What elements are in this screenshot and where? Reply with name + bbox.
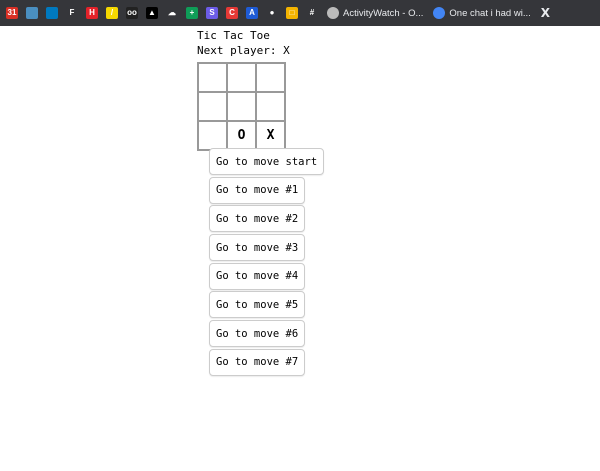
- bookmark-calendar[interactable]: 31: [2, 0, 22, 26]
- square-6[interactable]: [198, 121, 227, 150]
- bookmark-triangle[interactable]: ▲: [142, 0, 162, 26]
- game-status: Next player: X: [197, 44, 290, 57]
- bookmark-a-logo[interactable]: A: [242, 0, 262, 26]
- bookmark-f-logo[interactable]: F: [62, 0, 82, 26]
- bookmark-favicon-icon: [433, 7, 446, 19]
- go-to-move-4-button[interactable]: Go to move #4: [209, 262, 306, 290]
- go-to-move-2-button[interactable]: Go to move #2: [209, 205, 306, 233]
- go-to-move-3-button[interactable]: Go to move #3: [209, 234, 306, 262]
- go-to-move-7-button[interactable]: Go to move #7: [209, 348, 306, 376]
- square-5[interactable]: [256, 92, 285, 121]
- square-1[interactable]: [227, 63, 256, 92]
- bookmark-h-logo[interactable]: H: [82, 0, 102, 26]
- square-7[interactable]: O: [227, 121, 256, 150]
- bookmark-pin[interactable]: ●: [262, 0, 282, 26]
- bookmark-label: One chat i had wi...: [449, 7, 531, 19]
- square-0[interactable]: [198, 63, 227, 92]
- bookmark-cloud[interactable]: oo: [122, 0, 142, 26]
- bookmark-slack[interactable]: #: [302, 0, 322, 26]
- slack-icon: #: [306, 7, 318, 19]
- board: OX: [197, 62, 286, 151]
- bookmark-label: ActivityWatch - O...: [343, 7, 424, 19]
- pin-icon: ●: [266, 7, 278, 19]
- f-logo-icon: F: [66, 7, 78, 19]
- square-4[interactable]: [227, 92, 256, 121]
- bookmark-s-logo[interactable]: S: [202, 0, 222, 26]
- calendar-icon: 31: [6, 7, 18, 19]
- c-logo-icon: C: [226, 7, 238, 19]
- h-logo-icon: H: [86, 7, 98, 19]
- bookmark-link[interactable]: ActivityWatch - O...: [322, 0, 428, 26]
- trello-icon: [46, 7, 58, 19]
- move-list: Go to move start Go to move #1 Go to move …: [209, 148, 325, 378]
- square-3[interactable]: [198, 92, 227, 121]
- square-logo-icon: □: [286, 7, 298, 19]
- bookmark-x-icon[interactable]: X: [536, 0, 555, 26]
- a-logo-icon: A: [246, 7, 258, 19]
- bookmark-link[interactable]: One chat i had wi...: [428, 0, 535, 26]
- square-2[interactable]: [256, 63, 285, 92]
- bookmark-trello[interactable]: [42, 0, 62, 26]
- bookmark-square-logo[interactable]: □: [282, 0, 302, 26]
- bookmark-favicon-icon: [327, 7, 339, 19]
- game-title: Tic Tac Toe: [197, 29, 270, 42]
- cloud-icon: oo: [126, 7, 138, 19]
- cloudflare-icon: ☁: [166, 7, 178, 19]
- go-to-move-5-button[interactable]: Go to move #5: [209, 291, 306, 319]
- bookmark-maps[interactable]: [22, 0, 42, 26]
- maps-icon: [26, 7, 38, 19]
- bookmark-sheets[interactable]: +: [182, 0, 202, 26]
- bookmarks-bar: 31 F H / oo ▲ ☁ + S C A ● □ # ActivityWatch - O... One …: [0, 0, 600, 26]
- square-8[interactable]: X: [256, 121, 285, 150]
- sheets-icon: +: [186, 7, 198, 19]
- notes-icon: /: [106, 7, 118, 19]
- bookmark-cloudflare[interactable]: ☁: [162, 0, 182, 26]
- s-logo-icon: S: [206, 7, 218, 19]
- triangle-icon: ▲: [146, 7, 158, 19]
- go-to-move-6-button[interactable]: Go to move #6: [209, 320, 306, 348]
- bookmark-c-logo[interactable]: C: [222, 0, 242, 26]
- bookmark-notes[interactable]: /: [102, 0, 122, 26]
- go-to-move-1-button[interactable]: Go to move #1: [209, 176, 306, 204]
- go-to-move-start-button[interactable]: Go to move start: [209, 148, 325, 175]
- game: Tic Tac Toe Next player: X OX: [197, 28, 290, 151]
